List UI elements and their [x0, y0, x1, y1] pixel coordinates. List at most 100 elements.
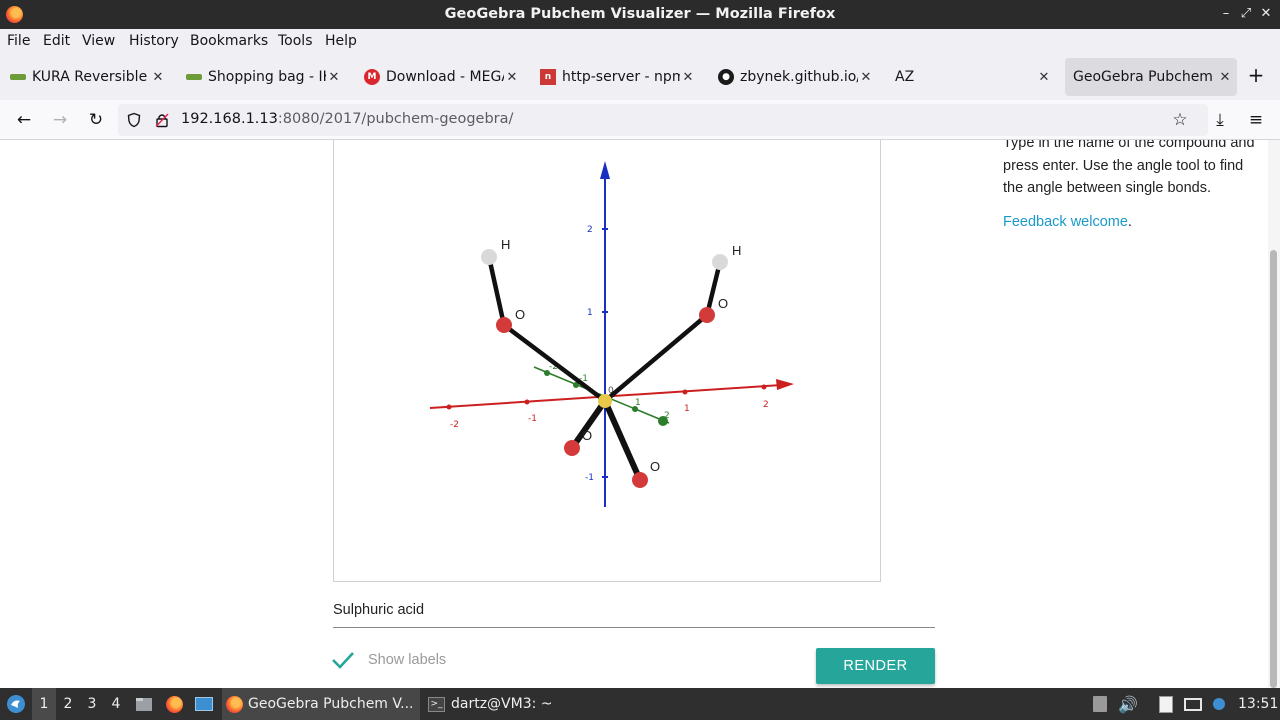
x-tick-label: -1 [528, 414, 537, 424]
atom-sulfur [598, 394, 612, 408]
tab-github[interactable]: ● zbynek.github.io/p ✕ [708, 58, 878, 96]
notification-icon[interactable] [1210, 688, 1228, 720]
close-tab-icon[interactable]: ✕ [1217, 70, 1233, 85]
render-button[interactable]: RENDER [816, 648, 935, 684]
x-tick-label: 1 [684, 404, 690, 414]
close-tab-icon[interactable]: ✕ [326, 70, 342, 85]
workspace-1[interactable]: 1 [32, 688, 56, 720]
y-tick-label: 1 [587, 308, 593, 318]
window-title: GeoGebra Pubchem Visualizer — Mozilla Fi… [444, 6, 836, 22]
show-labels-checkbox[interactable] [331, 648, 355, 672]
menu-tools[interactable]: Tools [278, 33, 313, 49]
terminal-icon: >_ [428, 696, 445, 712]
scrollbar-thumb[interactable] [1270, 250, 1277, 688]
bond-o-h [486, 254, 507, 328]
atom-oxygen [564, 440, 580, 456]
atom-oxygen [699, 307, 715, 323]
z-tick-label: 1 [635, 398, 641, 408]
bond-s-o-double [602, 398, 643, 483]
github-favicon: ● [718, 69, 734, 85]
tab-ikea[interactable]: Shopping bag - IKE ✕ [176, 58, 346, 96]
workspace-4[interactable]: 4 [104, 688, 128, 720]
menu-bookmarks[interactable]: Bookmarks [190, 33, 268, 49]
start-menu-icon[interactable] [4, 688, 28, 720]
file-manager-icon[interactable] [134, 688, 154, 720]
downloads-icon[interactable]: ⤓ [1208, 108, 1232, 132]
molecule-3d-view[interactable]: -2 -1 1 2 2 1 -1 -2 -1 1 2 0 H O H O O O [334, 140, 880, 581]
url-host: 192.168.1.13 [181, 111, 278, 127]
atom-label: O [718, 296, 728, 311]
feedback-suffix: . [1127, 214, 1132, 230]
url-text[interactable]: 192.168.1.13:8080/2017/pubchem-geogebra/ [181, 111, 513, 127]
tab-az[interactable]: AZ ✕ [884, 58, 1056, 96]
clock[interactable]: 13:51 [1238, 688, 1278, 720]
workspace-2[interactable]: 2 [56, 688, 80, 720]
close-window-icon[interactable]: ✕ [1258, 5, 1274, 23]
back-arrow-icon[interactable]: ← [12, 108, 36, 132]
tab-npm[interactable]: n http-server - npm ✕ [530, 58, 700, 96]
y-tick-label: 2 [587, 225, 593, 235]
compound-name-input[interactable] [333, 592, 935, 628]
tab-label: Download - MEGA [386, 69, 504, 85]
network-icon[interactable] [1182, 688, 1204, 720]
clipboard-icon[interactable] [1156, 688, 1176, 720]
page-scrollbar[interactable] [1268, 140, 1280, 688]
menu-edit[interactable]: Edit [43, 33, 70, 49]
tab-label: GeoGebra Pubchem V [1073, 69, 1217, 85]
close-tab-icon[interactable]: ✕ [504, 70, 520, 85]
bond-s-o [602, 312, 710, 404]
z-tick-label: 2 [664, 411, 670, 421]
tab-label: zbynek.github.io/p [740, 69, 858, 85]
url-bar[interactable]: 192.168.1.13:8080/2017/pubchem-geogebra/… [118, 104, 1208, 136]
page-content: -2 -1 1 2 2 1 -1 -2 -1 1 2 0 H O H O O O… [0, 140, 1268, 688]
atom-hydrogen [481, 249, 497, 265]
tray-up-icon[interactable] [1090, 688, 1110, 720]
tab-geogebra-active[interactable]: GeoGebra Pubchem V ✕ [1065, 58, 1237, 96]
menu-help[interactable]: Help [325, 33, 357, 49]
bookmark-star-icon[interactable]: ☆ [1168, 108, 1192, 132]
restore-icon[interactable]: ⤢ [1238, 5, 1254, 23]
tab-label: KURA Reversible b [32, 69, 150, 85]
hamburger-menu-icon[interactable]: ≡ [1244, 108, 1268, 132]
instructions-text: Type in the name of the compound and pre… [1003, 140, 1255, 196]
y-tick-label: -1 [585, 473, 594, 483]
reload-icon[interactable]: ↻ [84, 108, 108, 132]
mega-favicon: M [364, 69, 380, 85]
close-tab-icon[interactable]: ✕ [858, 70, 874, 85]
tab-kura[interactable]: KURA Reversible b ✕ [0, 58, 170, 96]
workspace-3[interactable]: 3 [80, 688, 104, 720]
new-tab-icon[interactable]: + [1244, 63, 1268, 87]
close-tab-icon[interactable]: ✕ [1036, 70, 1052, 85]
tab-bar: KURA Reversible b ✕ Shopping bag - IKE ✕… [0, 54, 1280, 100]
feedback-paragraph: Feedback welcome. [1003, 214, 1132, 230]
minimize-icon[interactable]: – [1218, 5, 1234, 23]
task-terminal[interactable]: >_ dartz@VM3: ~ [424, 688, 594, 720]
atom-oxygen [496, 317, 512, 333]
bond-s-o [501, 322, 608, 404]
menu-bar: File Edit View History Bookmarks Tools H… [0, 29, 1280, 54]
ikea-favicon [186, 74, 202, 80]
menu-file[interactable]: File [7, 33, 30, 49]
close-tab-icon[interactable]: ✕ [150, 70, 166, 85]
task-label: GeoGebra Pubchem V... [248, 696, 414, 712]
shield-icon[interactable] [126, 112, 142, 128]
tab-label: AZ [895, 69, 915, 85]
close-tab-icon[interactable]: ✕ [680, 70, 696, 85]
desktop-icon[interactable] [193, 688, 215, 720]
atom-label: O [650, 459, 660, 474]
x-tick-label: -2 [450, 420, 459, 430]
tab-mega[interactable]: M Download - MEGA ✕ [354, 58, 524, 96]
menu-view[interactable]: View [82, 33, 115, 49]
x-tick-label: 2 [763, 400, 769, 410]
firefox-icon [226, 695, 243, 713]
atom-hydrogen [712, 254, 728, 270]
volume-icon[interactable]: 🔊 [1118, 688, 1138, 720]
firefox-launcher-icon[interactable] [164, 688, 184, 720]
feedback-link[interactable]: Feedback welcome [1003, 214, 1128, 230]
task-firefox[interactable]: GeoGebra Pubchem V... [222, 688, 420, 720]
show-labels-label[interactable]: Show labels [368, 652, 446, 668]
insecure-lock-icon[interactable] [154, 112, 170, 128]
forward-arrow-icon[interactable]: → [48, 108, 72, 132]
geogebra-3d-applet[interactable]: -2 -1 1 2 2 1 -1 -2 -1 1 2 0 H O H O O O [333, 140, 881, 582]
menu-history[interactable]: History [129, 33, 179, 49]
